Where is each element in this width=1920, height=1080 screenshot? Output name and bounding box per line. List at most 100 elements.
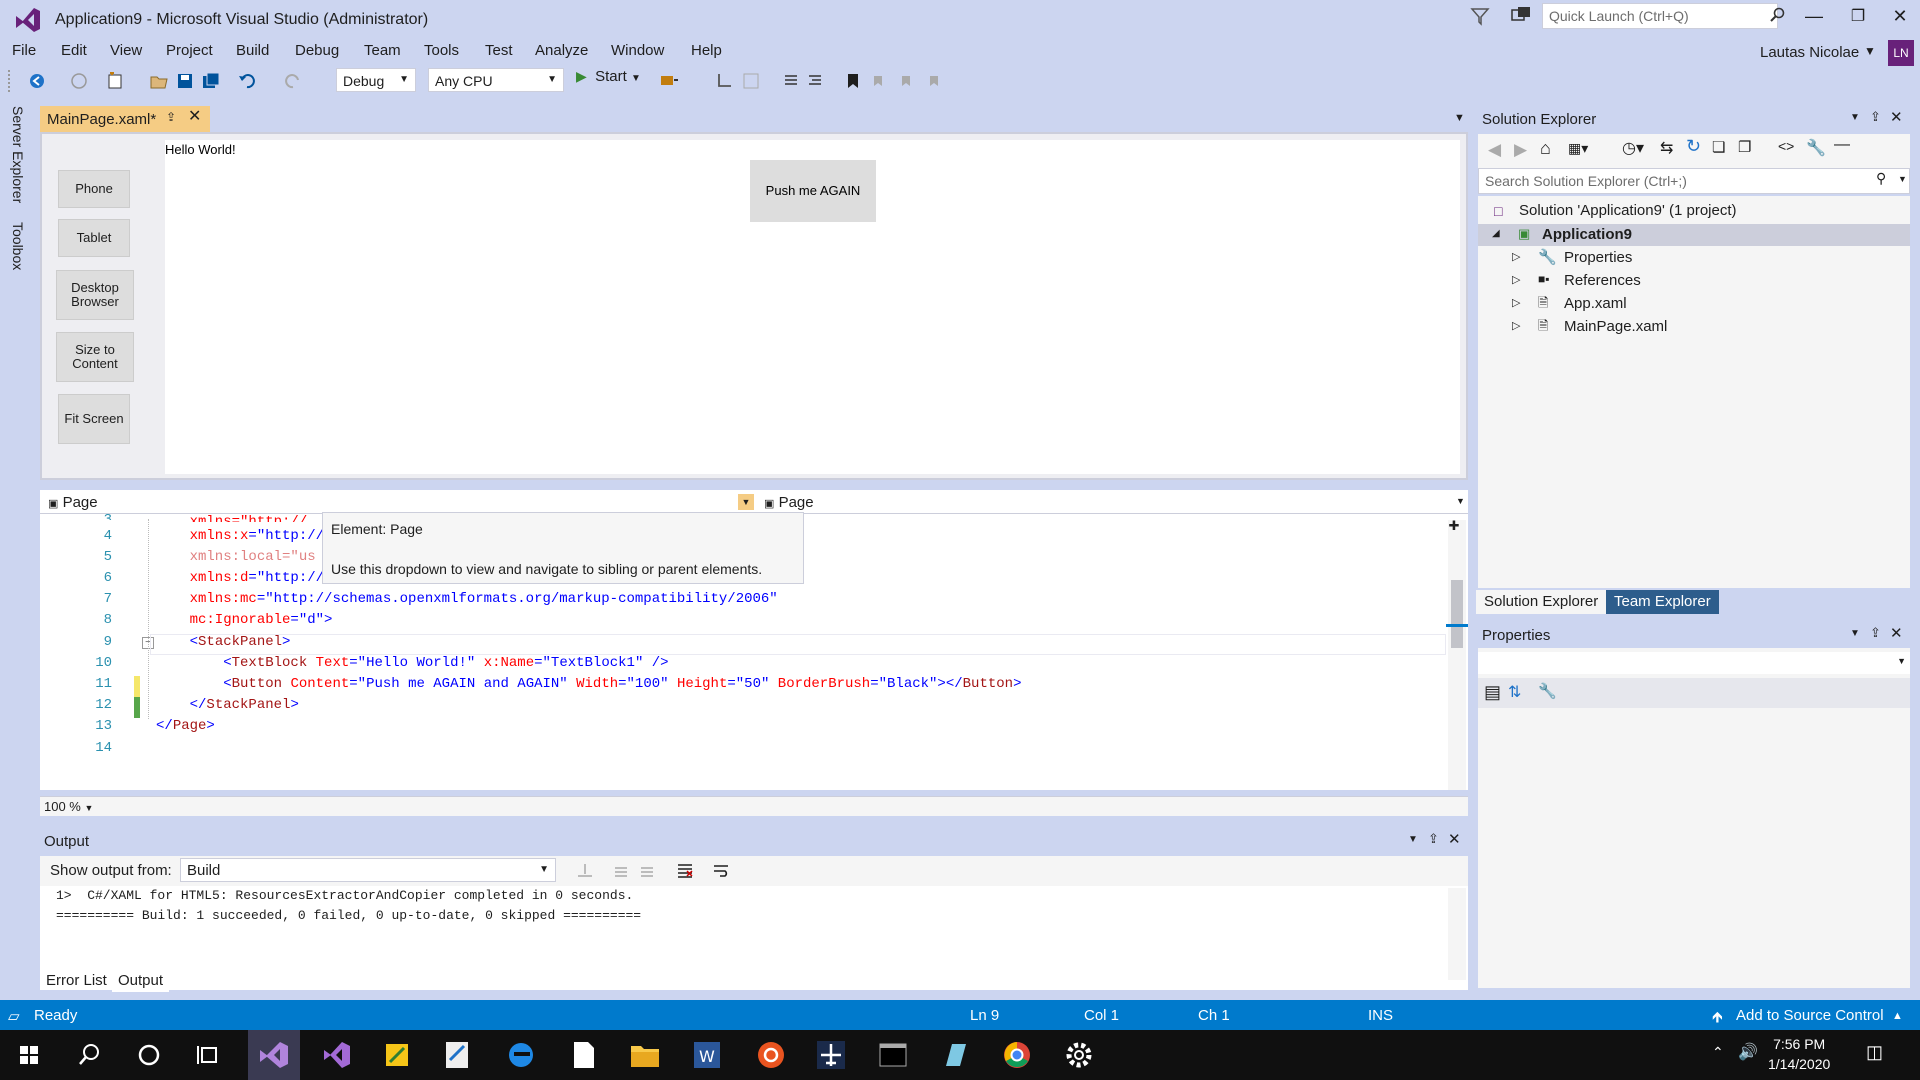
tree-item-properties[interactable]: Properties (1564, 249, 1632, 266)
save-icon[interactable] (176, 72, 194, 90)
previous-bookmark-icon[interactable] (870, 72, 888, 90)
search-icon[interactable] (70, 1036, 108, 1074)
tablet-button[interactable]: Tablet (58, 219, 130, 257)
chevron-down-icon[interactable]: ▼ (1408, 834, 1418, 845)
chevron-down-icon[interactable]: ▼ (738, 494, 754, 510)
tree-item-app-xaml[interactable]: App.xaml (1564, 295, 1627, 312)
feedback-icon[interactable] (1510, 6, 1534, 30)
command-prompt-icon[interactable] (874, 1036, 912, 1074)
fit-screen-button[interactable]: Fit Screen (58, 394, 130, 444)
tree-project[interactable]: Application9 (1542, 226, 1632, 243)
collapsed-arrow-icon[interactable]: ▷ (1512, 250, 1520, 263)
splitter[interactable] (40, 480, 1468, 490)
open-file-icon[interactable] (150, 72, 168, 90)
switch-views-icon[interactable]: ▦▾ (1568, 140, 1588, 157)
file-explorer-icon[interactable] (626, 1036, 664, 1074)
pin-icon[interactable]: ⇪ (1870, 109, 1881, 125)
menu-analyze[interactable]: Analyze (535, 42, 588, 59)
menu-window[interactable]: Window (611, 42, 664, 59)
clock[interactable]: 7:56 PM 1/14/2020 (1768, 1034, 1830, 1074)
quick-launch-input[interactable]: Quick Launch (Ctrl+Q) (1542, 3, 1778, 29)
menu-edit[interactable]: Edit (61, 42, 87, 59)
tab-output[interactable]: Output (112, 970, 170, 992)
tab-solution-explorer[interactable]: Solution Explorer (1476, 590, 1607, 614)
clear-bookmarks-icon[interactable] (926, 72, 944, 90)
element-navigation-left[interactable]: ▣ Page (48, 494, 98, 511)
windows-start-icon[interactable] (10, 1036, 48, 1074)
hello-world-textblock[interactable]: Hello World! (165, 142, 236, 157)
bookmark-icon[interactable] (844, 72, 862, 90)
toolbar-grip[interactable] (8, 70, 12, 92)
chevron-down-icon[interactable]: ▼ (1456, 496, 1465, 506)
tab-team-explorer[interactable]: Team Explorer (1606, 590, 1719, 614)
notifications-icon[interactable]: ◫ (1866, 1042, 1883, 1063)
property-pages-icon[interactable]: 🔧 (1538, 682, 1557, 700)
tree-solution[interactable]: Solution 'Application9' (1 project) (1519, 202, 1737, 219)
collapsed-arrow-icon[interactable]: ▷ (1512, 273, 1520, 286)
output-scrollbar[interactable] (1448, 888, 1466, 980)
app-taskbar-icon[interactable] (378, 1036, 416, 1074)
next-message-icon[interactable] (638, 862, 656, 880)
menu-file[interactable]: File (12, 42, 36, 59)
editor-vertical-scrollbar[interactable] (1448, 520, 1466, 790)
sync-icon[interactable]: ⇆ (1660, 138, 1673, 158)
solution-platform-select[interactable]: Any CPU ▼ (428, 68, 564, 92)
filter-icon[interactable] (1470, 6, 1494, 30)
close-icon[interactable]: ✕ (1890, 108, 1903, 126)
tab-error-list[interactable]: Error List (40, 970, 113, 992)
view-code-icon[interactable]: <> (1778, 138, 1794, 154)
tree-item-mainpage-xaml[interactable]: MainPage.xaml (1564, 318, 1667, 335)
chevron-down-icon[interactable]: ▼ (1898, 174, 1907, 184)
chevron-down-icon[interactable]: ▼ (1454, 112, 1465, 124)
visual-studio-taskbar-icon[interactable] (248, 1030, 300, 1080)
close-icon[interactable]: ✕ (1888, 6, 1912, 28)
back-icon[interactable]: ◀ (1488, 140, 1501, 160)
home-icon[interactable]: ⌂ (1540, 138, 1551, 159)
add-to-source-control-button[interactable]: Add to Source Control (1736, 1007, 1884, 1024)
search-icon[interactable]: ⚲ (1876, 170, 1886, 187)
editor-taskbar-icon[interactable] (438, 1036, 476, 1074)
avatar[interactable]: LN (1888, 40, 1914, 66)
chevron-down-icon[interactable]: ▼ (1864, 44, 1876, 58)
editor-horizontal-scrollbar[interactable] (40, 796, 1468, 816)
chevron-up-icon[interactable]: ▲ (1892, 1010, 1903, 1022)
chevron-down-icon[interactable]: ▼ (1850, 628, 1860, 639)
properties-wrench-icon[interactable]: 🔧 (1806, 138, 1826, 158)
uncomment-icon[interactable] (806, 72, 824, 90)
user-name[interactable]: Lautas Nicolae (1760, 44, 1859, 61)
chevron-down-icon[interactable]: ▼ (1850, 112, 1860, 123)
clear-all-icon[interactable] (676, 862, 694, 880)
restore-icon[interactable]: ❐ (1846, 6, 1870, 28)
start-debugging-button[interactable]: ▶ Start ▼ (576, 68, 641, 85)
comment-icon[interactable] (782, 72, 800, 90)
size-to-content-button[interactable]: Size to Content (56, 332, 134, 382)
output-source-select[interactable]: Build ▼ (180, 858, 556, 882)
ubuntu-icon[interactable] (752, 1036, 790, 1074)
step-over-icon[interactable] (742, 72, 760, 90)
minimize-icon[interactable]: — (1802, 6, 1826, 28)
collapsed-arrow-icon[interactable]: ▷ (1512, 319, 1520, 332)
collapsed-arrow-icon[interactable]: ▷ (1512, 296, 1520, 309)
menu-debug[interactable]: Debug (295, 42, 339, 59)
notepad-taskbar-icon[interactable] (564, 1036, 602, 1074)
airplane-app-icon[interactable] (812, 1036, 850, 1074)
close-icon[interactable]: ✕ (1890, 624, 1903, 642)
settings-gear-icon[interactable] (1060, 1036, 1098, 1074)
tab-mainpage-xaml[interactable]: MainPage.xaml* (40, 106, 210, 132)
tree-item-references[interactable]: References (1564, 272, 1641, 289)
toggle-word-wrap-icon[interactable] (712, 862, 730, 880)
arrow-up-icon[interactable]: 🡹 (1712, 1007, 1723, 1032)
solution-search-input[interactable]: Search Solution Explorer (Ctrl+;) (1478, 168, 1910, 194)
close-icon[interactable]: ✕ (1448, 830, 1461, 848)
menu-tools[interactable]: Tools (424, 42, 459, 59)
navigate-back-icon[interactable] (28, 72, 46, 90)
tablet-app-icon[interactable] (936, 1036, 974, 1074)
browser-link-icon[interactable] (660, 72, 678, 90)
solution-configuration-select[interactable]: Debug ▼ (336, 68, 416, 92)
server-explorer-tab[interactable]: Server Explorer (10, 106, 26, 203)
alphabetical-icon[interactable]: ⇅ (1508, 682, 1521, 702)
navigate-forward-icon[interactable] (70, 72, 88, 90)
task-view-icon[interactable] (190, 1036, 228, 1074)
volume-icon[interactable]: 🔊 (1738, 1042, 1758, 1062)
menu-test[interactable]: Test (485, 42, 513, 59)
